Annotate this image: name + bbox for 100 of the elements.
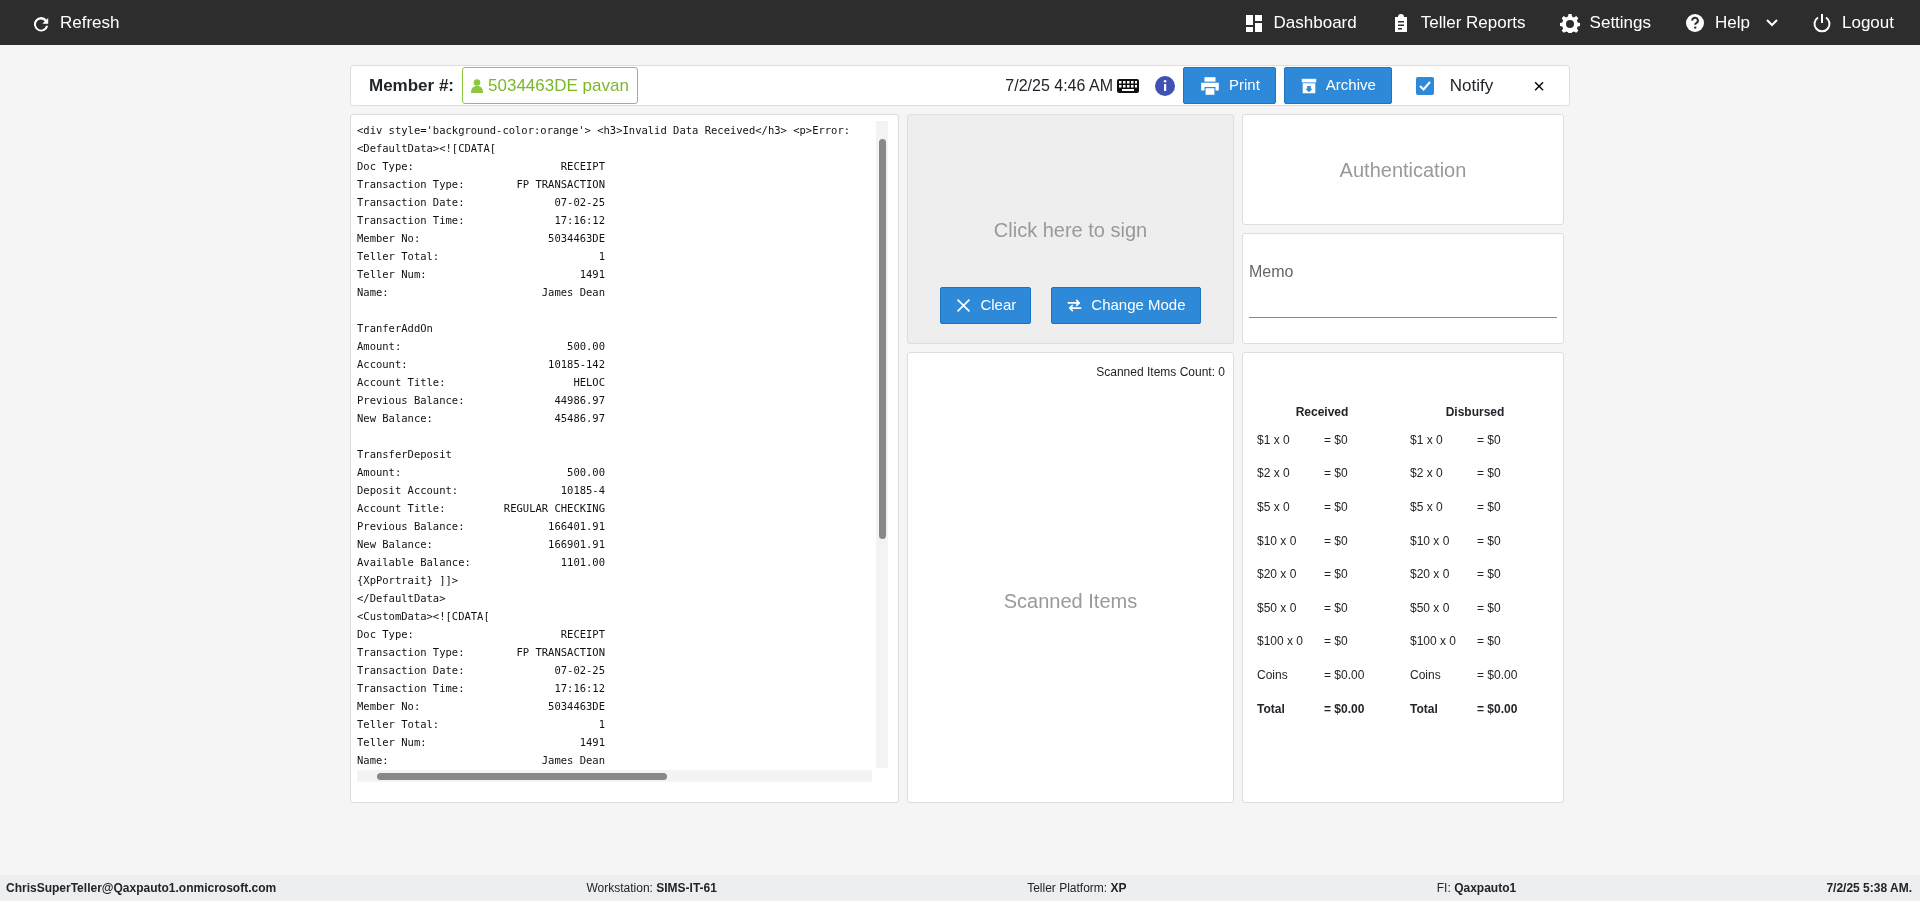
close-icon: [955, 297, 973, 314]
clear-button[interactable]: Clear: [940, 287, 1032, 324]
status-item: Workstation: SIMS-IT-61: [586, 880, 717, 897]
receipt-line: </DefaultData>: [357, 591, 447, 606]
receipt-value: FP TRANSACTION: [516, 645, 605, 660]
receipt-value: 1: [598, 717, 605, 732]
nav-link[interactable]: Settings: [1559, 9, 1652, 36]
notify-checkbox[interactable]: [1415, 76, 1434, 95]
cash-amount: = $0: [1477, 499, 1501, 516]
cash-item: $2 x 0: [1410, 465, 1444, 483]
receipt-value: 166901.91: [548, 537, 605, 552]
cash-item: $2 x 0: [1257, 465, 1291, 483]
receipt-value: 1: [598, 249, 605, 264]
cash-amount: = $0: [1324, 431, 1348, 449]
receipt-label: New Balance:: [357, 411, 433, 426]
status-item: 7/2/25 5:38 AM.: [1826, 880, 1912, 897]
receipt-label: Transaction Date:: [357, 663, 465, 678]
cash-item: Total: [1257, 700, 1286, 718]
receipt-label: Teller Total:: [357, 249, 440, 264]
cash-amount: = $0: [1477, 532, 1501, 550]
vertical-scrollbar[interactable]: [876, 121, 888, 768]
receipt-value: 07-02-25: [554, 663, 605, 678]
receipt-value: FP TRANSACTION: [516, 177, 605, 192]
cash-item: $20 x 0: [1257, 566, 1298, 584]
receipt-label: Name:: [357, 285, 389, 300]
cash-amount: = $0: [1477, 566, 1501, 584]
sign-prompt: Click here to sign: [993, 218, 1148, 243]
column-heading: Received: [1294, 404, 1350, 421]
receipt-label: Previous Balance:: [357, 393, 465, 408]
archive-button[interactable]: Archive: [1283, 67, 1392, 104]
chevron-down-icon: [1766, 18, 1778, 27]
receipt-label: Member No:: [357, 699, 421, 714]
memo-label: Memo: [1248, 262, 1295, 282]
receipt-value: 10185-142: [548, 357, 605, 372]
signature-pad[interactable]: Click here to sign Clear Change Mode: [907, 114, 1234, 344]
cash-item: $50 x 0: [1410, 599, 1451, 617]
member-label: Member #:: [369, 74, 455, 97]
change-mode-button[interactable]: Change Mode: [1051, 287, 1201, 324]
cash-item: Coins: [1410, 666, 1442, 684]
receipt-value: 1491: [579, 735, 605, 750]
receipt-value: 45486.97: [554, 411, 605, 426]
receipt-label: Amount:: [357, 339, 402, 354]
cash-amount: = $0: [1477, 431, 1501, 449]
cash-amount: = $0: [1324, 465, 1348, 483]
cash-amount: = $0.00: [1324, 666, 1365, 684]
dashboard-icon: [1243, 12, 1264, 33]
receipt-line: <div style='background-color:orange'> <h3>Invalid Data Received</h3> <p>Error:: [357, 123, 852, 138]
close-button[interactable]: ×: [1529, 70, 1549, 101]
printer-icon: [1198, 74, 1221, 97]
cash-item: $1 x 0: [1257, 431, 1291, 449]
cash-item: $50 x 0: [1257, 599, 1298, 617]
date-time: 7/2/25 4:46 AM: [1005, 75, 1113, 96]
receipt-label: Name:: [357, 753, 389, 768]
receipt-value: James Dean: [541, 285, 605, 300]
receipt-label: Transaction Type:: [357, 645, 465, 660]
cash-item: $10 x 0: [1410, 532, 1451, 550]
cash-amount: = $0: [1477, 633, 1501, 651]
info-icon[interactable]: [1154, 75, 1175, 96]
receipt-value: HELOC: [573, 375, 605, 390]
cash-amount: = $0: [1324, 499, 1348, 516]
receipt-line: <DefaultData><![CDATA[: [357, 141, 498, 156]
power-icon: [1812, 12, 1832, 33]
receipt-value: 17:16:12: [554, 681, 605, 696]
receipt-label: Transaction Date:: [357, 195, 465, 210]
cash-amount: = $0.00: [1324, 700, 1365, 718]
column-heading: Disbursed: [1444, 404, 1506, 421]
cash-amount: = $0.00: [1477, 700, 1518, 718]
nav-link[interactable]: Logout: [1812, 9, 1894, 36]
cash-amount: = $0: [1477, 599, 1501, 617]
receipt-label: Account:: [357, 357, 408, 372]
receipt-label: Previous Balance:: [357, 519, 465, 534]
receipt-line: {XpPortrait} ]]>: [357, 573, 460, 588]
receipt-value: 5034463DE: [548, 231, 605, 246]
help-icon: [1685, 12, 1706, 33]
receipt-label: Transaction Type:: [357, 177, 465, 192]
cash-amount: = $0: [1324, 599, 1348, 617]
receipt-value: 17:16:12: [554, 213, 605, 228]
cash-item: Total: [1410, 700, 1439, 718]
receipt-label: Account Title:: [357, 375, 446, 390]
receipt-value: 44986.97: [554, 393, 605, 408]
receipt-value: 500.00: [567, 465, 605, 480]
refresh-button[interactable]: Refresh: [32, 9, 120, 36]
receipt-value: 166401.91: [548, 519, 605, 534]
horizontal-scrollbar[interactable]: [357, 770, 872, 782]
nav-link[interactable]: Dashboard: [1243, 9, 1357, 36]
nav-link[interactable]: Teller Reports: [1390, 9, 1526, 36]
swap-arrows-icon: [1066, 297, 1084, 314]
receipt-value: 500.00: [567, 339, 605, 354]
cash-amount: = $0: [1477, 465, 1501, 483]
receipt-value: 10185-4: [560, 483, 605, 498]
receipt-label: New Balance:: [357, 537, 433, 552]
receipt-label: Doc Type:: [357, 159, 414, 174]
keyboard-icon[interactable]: [1116, 78, 1139, 93]
receipt-value: 07-02-25: [554, 195, 605, 210]
cash-item: $20 x 0: [1410, 566, 1451, 584]
print-button[interactable]: Print: [1182, 67, 1276, 104]
cash-item: $10 x 0: [1257, 532, 1298, 550]
receipt-label: Available Balance:: [357, 555, 471, 570]
nav-link[interactable]: Help: [1685, 9, 1778, 36]
status-item: Teller Platform: XP: [1027, 880, 1127, 897]
